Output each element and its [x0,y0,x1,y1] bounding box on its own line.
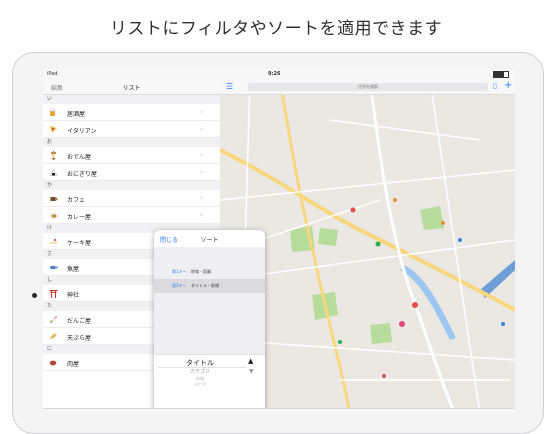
beer-icon [49,108,58,117]
list-item[interactable]: おでん屋 › [43,147,220,164]
chevron-right-icon: › [200,108,203,116]
picker-row[interactable]: タイトル [154,358,246,368]
sort-option-key: 第2キー [172,283,187,288]
sort-popover-body: 第1キー 地域・距離 第2キー タイトル・昇順 タイトル カテゴリ 地域 追加日… [154,247,265,414]
sidebar-title: リスト [122,85,141,92]
list-item-label: ケーキ屋 [67,240,92,247]
list-item-label: カフェ [67,197,86,204]
picker-row[interactable]: 追加日時 [154,382,246,386]
sort-option-secondary[interactable]: 第2キー タイトル・昇順 [154,279,265,293]
list-item-label: 神社 [67,292,80,299]
sort-option-value: タイトル・昇順 [191,283,219,288]
pizza-icon [49,125,58,134]
dango-icon [49,315,58,324]
list-icon[interactable]: ☰ [226,82,233,91]
ascending-button[interactable]: ▲ [248,357,253,365]
chevron-right-icon: › [200,194,203,202]
cake-icon [49,237,58,246]
list-item-label: 居酒屋 [67,111,86,118]
app-screen: iPad 9:26 編集 リスト い居酒屋 › イタリアン › おおでん屋 › おにぎり屋 ›… [43,69,515,414]
sort-option-key: 第1キー [172,269,187,274]
list-item-label: 天ぷら屋 [67,335,92,342]
chevron-right-icon: › [200,211,203,219]
sort-popover: 閉じる ソート 第1キー 地域・距離 第2キー タイトル・昇順 タイトル カテゴ… [154,230,265,414]
list-item[interactable]: カフェ › [43,190,220,207]
list-item-label: おにぎり屋 [67,171,98,178]
picker-row[interactable]: カテゴリ [154,368,246,375]
list-item[interactable]: おにぎり屋 › [43,164,220,181]
sort-option-value: 地域・距離 [191,269,211,274]
list-item-label: おでん屋 [67,154,92,161]
onigiri-icon [49,168,58,177]
tempura-icon [49,332,58,341]
torii-icon [49,289,58,298]
list-item-label: イタリアン [67,128,97,135]
section-header: お [43,138,220,147]
descending-button[interactable]: ▼ [249,368,254,375]
device-label: iPad [47,71,58,77]
map-toolbar: ☰ ▯ + [220,80,515,95]
sort-picker[interactable]: タイトル カテゴリ 地域 追加日時 ▲ ▼ [154,354,265,414]
sort-option-primary[interactable]: 第1キー 地域・距離 [154,265,265,279]
list-item[interactable]: 居酒屋 › [43,104,220,121]
chevron-right-icon: › [200,168,203,176]
add-icon[interactable]: + [504,80,512,91]
list-item[interactable]: イタリアン › [43,121,220,138]
book-icon[interactable]: ▯ [493,82,497,90]
chevron-right-icon: › [200,125,203,133]
sort-popover-header: 閉じる ソート [154,230,265,248]
section-header: い [43,95,220,104]
meat-icon [49,358,58,367]
tab-bar [43,408,515,414]
fish-icon [49,263,58,272]
clock: 9:26 [268,71,281,77]
coffee-icon [49,194,58,203]
sidebar-nav-bar: 編集 リスト [43,80,220,95]
battery-indicator [491,71,509,78]
headline: リストにフィルタやソートを適用できます [109,19,443,39]
list-item-label: だんご屋 [67,318,92,325]
list-item[interactable]: カレー屋 › [43,207,220,224]
chevron-right-icon: › [200,151,203,159]
section-header: か [43,181,220,190]
list-item-label: カレー屋 [67,214,92,221]
home-button [32,293,37,298]
oden-icon [49,151,58,160]
list-item-label: 肉屋 [67,361,80,368]
status-bar: iPad 9:26 [43,69,515,80]
sort-popover-title: ソート [200,237,219,244]
curry-icon [49,211,58,220]
list-item-label: 魚屋 [67,266,80,273]
battery-icon [493,71,509,78]
map-search-input[interactable] [248,83,488,91]
